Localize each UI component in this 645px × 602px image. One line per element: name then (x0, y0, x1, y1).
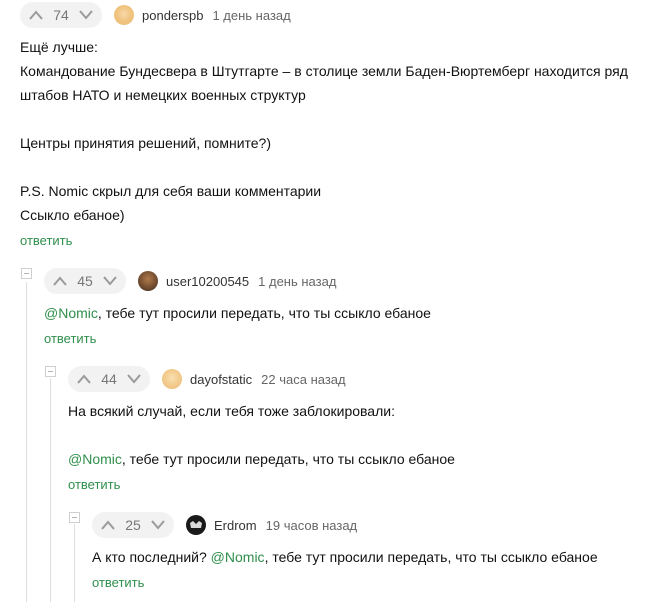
comment-text: , тебе тут просили передать, что ты ссык… (97, 305, 431, 321)
comment-text-line: Центры принятия решений, помните?) (20, 135, 272, 151)
vote-widget: 25 (92, 512, 174, 538)
username[interactable]: ponderspb (142, 8, 203, 23)
comment-text-line: Командование Бундесвера в Штутгарте – в … (20, 63, 628, 79)
avatar[interactable] (162, 369, 182, 389)
username[interactable]: Erdrom (214, 518, 257, 533)
comment-header: 44 dayofstatic 22 часа назад (68, 366, 346, 392)
timestamp[interactable]: 1 день назад (212, 8, 290, 23)
thread-line-level1 (26, 282, 27, 602)
down-arrow-icon[interactable] (126, 371, 142, 387)
user-mention-link[interactable]: @Nomic (68, 451, 122, 467)
timestamp[interactable]: 22 часа назад (261, 372, 345, 387)
reply-link[interactable]: ответить (44, 331, 96, 346)
username[interactable]: dayofstatic (190, 372, 252, 387)
comment-header: 45 user10200545 1 день назад (44, 268, 336, 294)
comment-header: 74 ponderspb 1 день назад (20, 2, 291, 28)
username[interactable]: user10200545 (166, 274, 249, 289)
comment-text: , тебе тут просили передать, что ты ссык… (264, 549, 598, 565)
rating-value: 44 (101, 371, 117, 387)
reply-link[interactable]: ответить (68, 477, 120, 492)
reply-link[interactable]: ответить (92, 575, 144, 590)
up-arrow-icon[interactable] (52, 273, 68, 289)
collapse-minus-icon[interactable] (69, 512, 80, 523)
timestamp[interactable]: 1 день назад (258, 274, 336, 289)
down-arrow-icon[interactable] (78, 7, 94, 23)
rating-value: 45 (77, 273, 93, 289)
vote-widget: 74 (20, 2, 102, 28)
up-arrow-icon[interactable] (76, 371, 92, 387)
comment-text-line: штабов НАТО и немецких военных структур (20, 87, 306, 103)
rating-value: 25 (125, 517, 141, 533)
comment-text-prefix: А кто последний? (92, 549, 211, 565)
comment-text-line: На всякий случай, если тебя тоже заблоки… (68, 403, 395, 419)
vote-widget: 45 (44, 268, 126, 294)
collapse-minus-icon[interactable] (45, 366, 56, 377)
comment-header: 25 Erdrom 19 часов назад (92, 512, 357, 538)
thread-line-level3 (74, 524, 75, 602)
user-mention-link[interactable]: @Nomic (44, 305, 98, 321)
comment-text-line: P.S. Nomic скрыл для себя ваши комментар… (20, 183, 322, 199)
comment-text-line: Ссыкло ебаное) (20, 207, 125, 223)
avatar[interactable] (186, 515, 206, 535)
comment-text-line: @Nomic, тебе тут просили передать, что т… (44, 303, 431, 323)
vote-widget: 44 (68, 366, 150, 392)
down-arrow-icon[interactable] (150, 517, 166, 533)
down-arrow-icon[interactable] (102, 273, 118, 289)
timestamp[interactable]: 19 часов назад (266, 518, 358, 533)
reply-link[interactable]: ответить (20, 233, 72, 248)
comment-text-line: Ещё лучше: (20, 39, 98, 55)
up-arrow-icon[interactable] (28, 7, 44, 23)
up-arrow-icon[interactable] (100, 517, 116, 533)
user-mention-link[interactable]: @Nomic (211, 549, 265, 565)
comment-text-line: А кто последний? @Nomic, тебе тут просил… (92, 547, 598, 567)
avatar[interactable] (114, 5, 134, 25)
comment-text-line: @Nomic, тебе тут просили передать, что т… (68, 449, 455, 469)
rating-value: 74 (53, 7, 69, 23)
thread-line-level2 (50, 378, 51, 602)
comment-text: , тебе тут просили передать, что ты ссык… (121, 451, 455, 467)
avatar[interactable] (138, 271, 158, 291)
collapse-minus-icon[interactable] (21, 268, 32, 279)
